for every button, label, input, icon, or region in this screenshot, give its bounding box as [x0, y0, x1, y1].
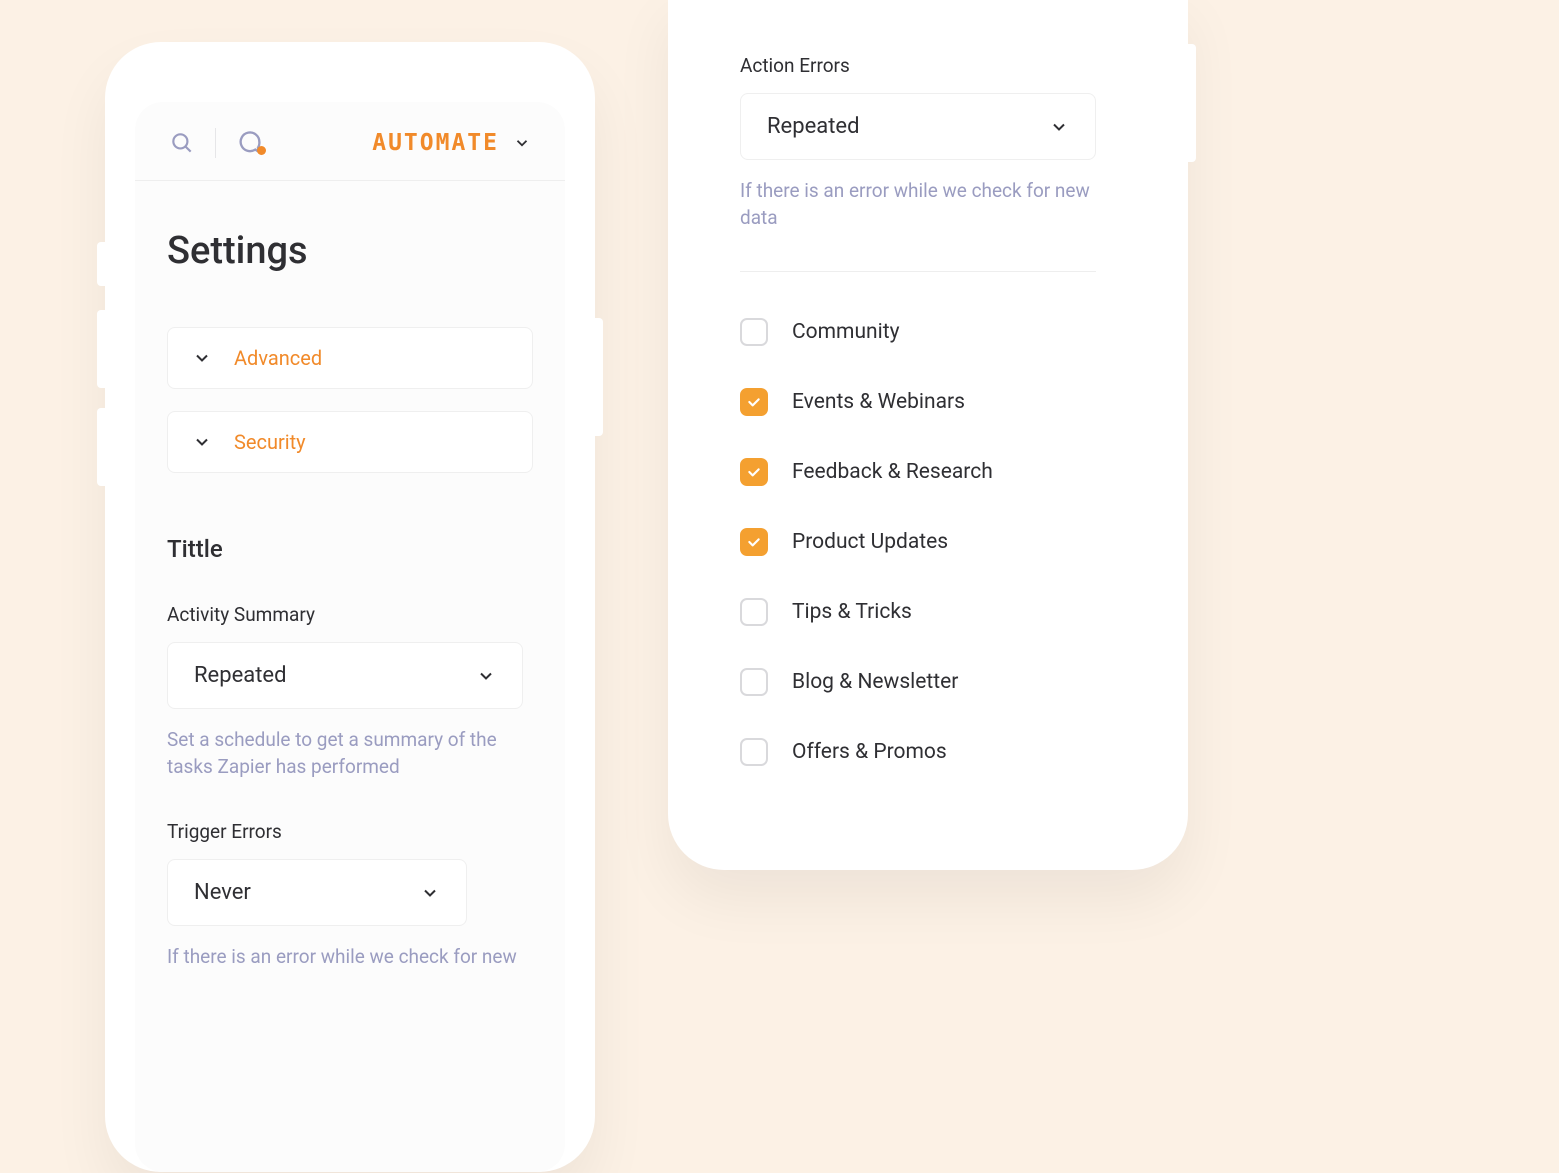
select-action-errors[interactable]: Repeated	[740, 93, 1096, 160]
field-hint: Set a schedule to get a summary of the t…	[167, 727, 527, 780]
chevron-down-icon	[513, 134, 531, 152]
chevron-down-icon	[476, 666, 496, 686]
checkbox-row[interactable]: Events & Webinars	[740, 388, 1116, 416]
brand-label: AUTOMATE	[372, 130, 499, 156]
checkbox-row[interactable]: Feedback & Research	[740, 458, 1116, 486]
notification-dot	[257, 146, 266, 155]
phone-frame-left: AUTOMATE Settings Advanced Security	[105, 42, 595, 1172]
top-bar: AUTOMATE	[135, 102, 565, 181]
phone-side-button	[97, 242, 105, 286]
field-label-trigger-errors: Trigger Errors	[167, 820, 533, 843]
accordion-advanced[interactable]: Advanced	[167, 327, 533, 389]
comment-icon[interactable]	[236, 129, 264, 157]
checkbox-label: Tips & Tricks	[792, 600, 912, 624]
checkbox-label: Offers & Promos	[792, 740, 947, 764]
checkbox-label: Blog & Newsletter	[792, 670, 958, 694]
checkbox-row[interactable]: Tips & Tricks	[740, 598, 1116, 626]
checkbox-checked-icon	[740, 528, 768, 556]
vertical-divider	[215, 128, 216, 158]
brand-dropdown[interactable]: AUTOMATE	[372, 130, 531, 156]
checkbox-list: Community Events & Webinars Feedback & Res…	[740, 318, 1116, 766]
field-label-action-errors: Action Errors	[740, 54, 1116, 77]
phone-side-button	[97, 310, 105, 388]
screen-right: Action Errors Repeated If there is an er…	[668, 0, 1188, 766]
checkbox-unchecked-icon	[740, 318, 768, 346]
accordion-label: Advanced	[234, 346, 322, 370]
search-icon[interactable]	[169, 130, 195, 156]
checkbox-unchecked-icon	[740, 598, 768, 626]
chevron-down-icon	[192, 432, 212, 452]
accordion-security[interactable]: Security	[167, 411, 533, 473]
checkbox-row[interactable]: Community	[740, 318, 1116, 346]
field-hint: If there is an error while we check for …	[740, 178, 1100, 231]
checkbox-unchecked-icon	[740, 668, 768, 696]
field-label-activity-summary: Activity Summary	[167, 603, 533, 626]
select-trigger-errors[interactable]: Never	[167, 859, 467, 926]
phone-side-button	[1188, 44, 1196, 162]
field-hint: If there is an error while we check for …	[167, 944, 527, 971]
checkbox-label: Product Updates	[792, 530, 948, 554]
section-title: Tittle	[167, 535, 533, 563]
phone-side-button	[97, 408, 105, 486]
settings-content: Settings Advanced Security Tittle Activi…	[135, 181, 565, 971]
checkbox-row[interactable]: Product Updates	[740, 528, 1116, 556]
checkbox-row[interactable]: Offers & Promos	[740, 738, 1116, 766]
horizontal-divider	[740, 271, 1096, 272]
select-value: Repeated	[194, 663, 286, 688]
checkbox-unchecked-icon	[740, 738, 768, 766]
phone-side-button	[595, 318, 603, 436]
select-value: Repeated	[767, 114, 859, 139]
chevron-down-icon	[420, 883, 440, 903]
chevron-down-icon	[192, 348, 212, 368]
select-activity-summary[interactable]: Repeated	[167, 642, 523, 709]
checkbox-label: Community	[792, 320, 900, 344]
checkbox-checked-icon	[740, 458, 768, 486]
screen-left: AUTOMATE Settings Advanced Security	[135, 102, 565, 1172]
phone-frame-right: Action Errors Repeated If there is an er…	[668, 0, 1188, 870]
page-title: Settings	[167, 229, 533, 273]
chevron-down-icon	[1049, 117, 1069, 137]
checkbox-label: Events & Webinars	[792, 390, 965, 414]
checkbox-checked-icon	[740, 388, 768, 416]
checkbox-label: Feedback & Research	[792, 460, 993, 484]
select-value: Never	[194, 880, 251, 905]
checkbox-row[interactable]: Blog & Newsletter	[740, 668, 1116, 696]
accordion-label: Security	[234, 430, 306, 454]
